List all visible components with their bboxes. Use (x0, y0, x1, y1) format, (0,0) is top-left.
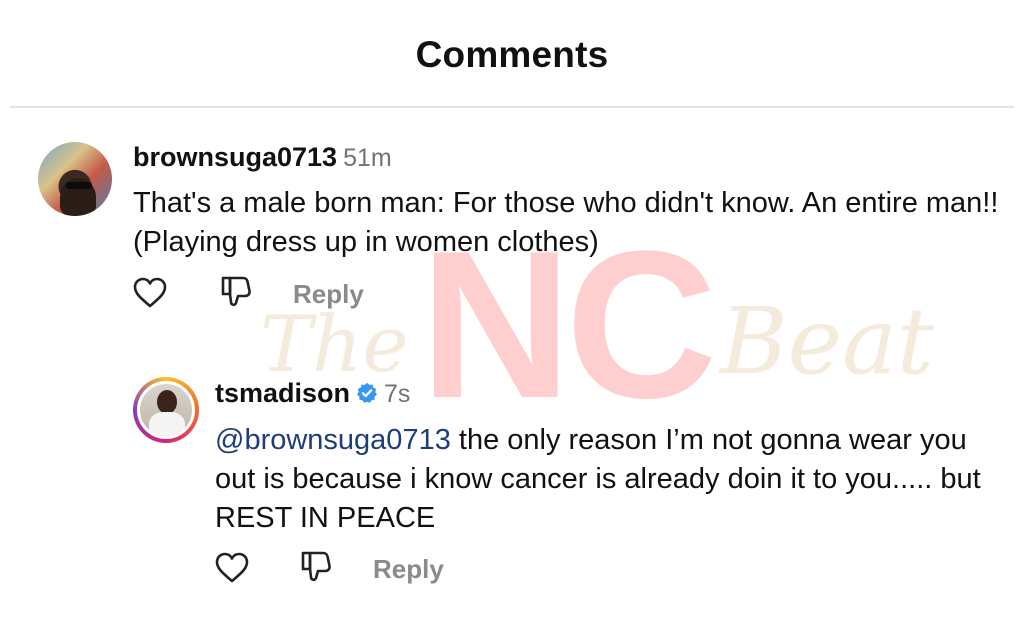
comments-header: Comments (0, 0, 1024, 108)
avatar-figure-head (157, 390, 177, 414)
comment-actions: Reply (133, 275, 433, 315)
comment-meta: brownsuga0713 51m (133, 142, 392, 173)
timestamp: 7s (384, 380, 411, 408)
thumbs-down-icon[interactable] (219, 275, 253, 309)
watermark-script-right: Beat (720, 288, 934, 395)
username[interactable]: tsmadison (215, 378, 350, 408)
timestamp: 51m (343, 144, 392, 172)
comment-actions: Reply (215, 550, 515, 590)
thumbs-down-icon[interactable] (299, 550, 333, 584)
reply-button[interactable]: Reply (293, 279, 364, 310)
header-divider (10, 106, 1014, 108)
mention-link[interactable]: @brownsuga0713 (215, 424, 451, 456)
page-title: Comments (415, 34, 609, 75)
comment-meta: tsmadison 7s (215, 378, 410, 409)
comment-text: @brownsuga0713 the only reason I’m not g… (215, 421, 1005, 538)
avatar[interactable] (137, 381, 195, 439)
avatar-figure-body (149, 412, 185, 436)
comment-text: That's a male born man: For those who di… (133, 187, 999, 258)
reply-button[interactable]: Reply (373, 554, 444, 585)
avatar[interactable] (38, 142, 112, 216)
username[interactable]: brownsuga0713 (133, 142, 337, 172)
heart-icon[interactable] (215, 551, 249, 585)
avatar-glasses (66, 182, 92, 189)
verified-badge-icon (357, 382, 378, 403)
heart-icon[interactable] (133, 276, 167, 310)
